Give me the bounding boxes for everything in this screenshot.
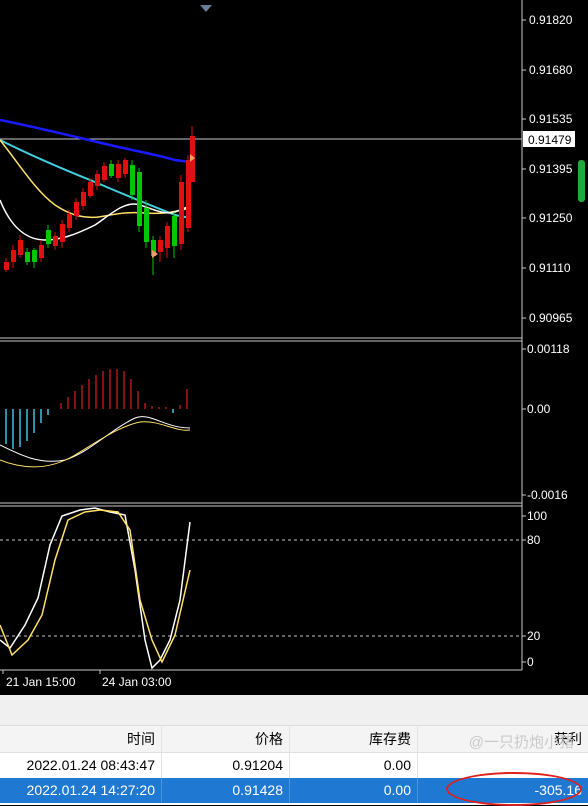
- candle-body: [74, 202, 79, 216]
- candle-body: [102, 166, 107, 180]
- stoch-label: 100: [527, 509, 547, 523]
- price-label: 0.91250: [529, 211, 573, 225]
- candle-body: [123, 160, 128, 174]
- trading-chart[interactable]: 0.91820 0.91680 0.91535 0.91395 0.91250 …: [0, 0, 588, 695]
- candle-body: [109, 164, 114, 176]
- candle-body: [137, 172, 142, 226]
- candle-body: [179, 182, 184, 244]
- candle-body: [18, 240, 23, 255]
- candle-body: [116, 164, 121, 178]
- price-label: 0.91395: [529, 162, 573, 176]
- candle-body: [88, 182, 93, 196]
- cell-time: 2022.01.24 08:43:47: [0, 753, 162, 778]
- cell-swap: 0.00: [290, 778, 418, 803]
- trade-history-panel: 时间 价格 库存费 获利 2022.01.24 08:43:47 0.91204…: [0, 695, 588, 806]
- price-label: 0.91110: [529, 261, 571, 275]
- cell-swap: 0.00: [290, 753, 418, 778]
- header-swap[interactable]: 库存费: [290, 726, 418, 752]
- candle-body: [4, 262, 9, 270]
- candle-body: [81, 192, 86, 206]
- candle-body: [95, 174, 100, 186]
- price-label: 0.91820: [529, 13, 573, 27]
- candle-body: [46, 230, 51, 244]
- candle-body: [165, 226, 170, 248]
- current-price-label: 0.91479: [528, 133, 572, 147]
- price-label: 0.90965: [529, 311, 573, 325]
- price-label: 0.91535: [529, 112, 573, 126]
- macd-label: -0.0016: [527, 488, 568, 502]
- volume-scroll-indicator[interactable]: [578, 160, 585, 202]
- annotation-ellipse: [446, 772, 582, 806]
- candle-body: [172, 216, 177, 246]
- time-label: 24 Jan 03:00: [102, 675, 172, 689]
- macd-label: 0.00: [527, 402, 551, 416]
- stoch-label: 0: [527, 655, 534, 669]
- candle-body: [130, 165, 135, 195]
- time-label: 21 Jan 15:00: [6, 675, 76, 689]
- price-label: 0.91680: [529, 63, 573, 77]
- cell-time: 2022.01.24 14:27:20: [0, 778, 162, 803]
- candle-body: [32, 250, 37, 262]
- macd-label: 0.00118: [527, 342, 570, 356]
- candle-body: [158, 240, 163, 252]
- stoch-label: 20: [527, 629, 541, 643]
- candle-body: [53, 236, 58, 246]
- candle-body: [60, 224, 65, 242]
- candle-body: [25, 252, 30, 262]
- candle-body: [39, 245, 44, 258]
- panel-toolbar: [0, 695, 588, 726]
- candle-body: [11, 250, 16, 262]
- stoch-label: 80: [527, 533, 541, 547]
- watermark: @一只扔炮小猪: [468, 734, 574, 751]
- cell-price: 0.91204: [162, 753, 290, 778]
- candle-body: [67, 214, 72, 228]
- cell-price: 0.91428: [162, 778, 290, 803]
- header-time[interactable]: 时间: [0, 726, 162, 752]
- candle-body: [144, 208, 149, 242]
- chart-background: [0, 0, 588, 695]
- header-price[interactable]: 价格: [162, 726, 290, 752]
